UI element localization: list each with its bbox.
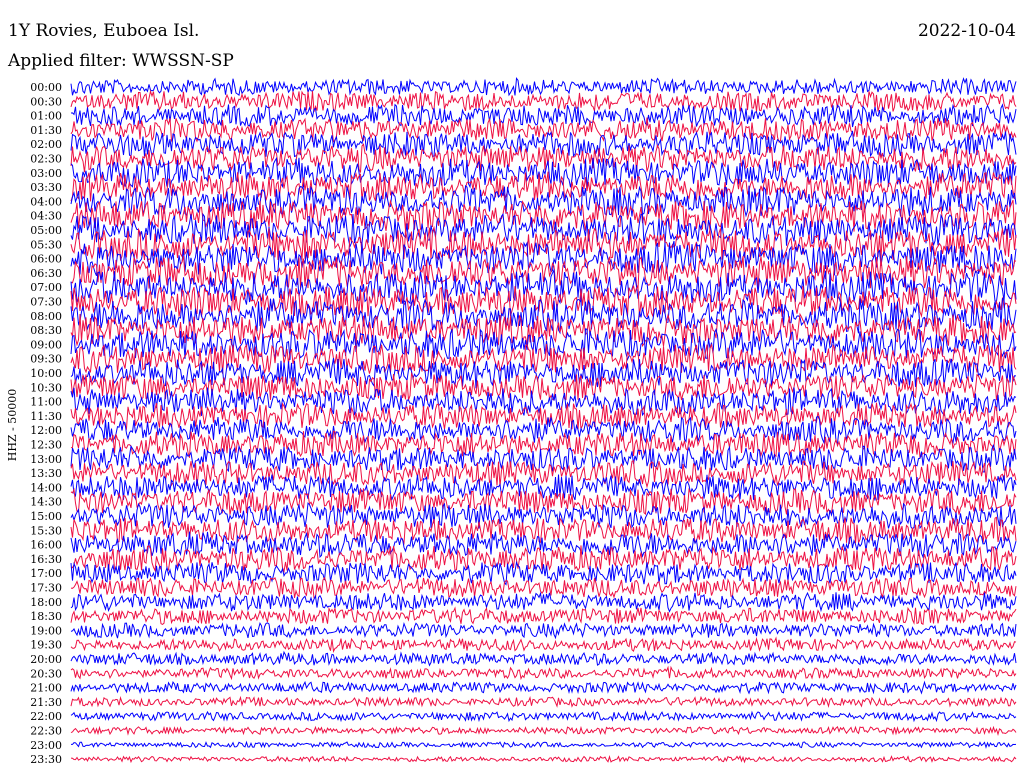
trace-line — [70, 606, 1017, 625]
row-label: 10:30 — [30, 381, 62, 394]
trace-line — [70, 636, 1017, 653]
row-label: 07:30 — [30, 296, 62, 309]
trace-group — [70, 76, 1017, 764]
helicorder-chart: 00:0000:30 01:0001:3002:00 02:3003:0003:30… — [6, 21, 1017, 766]
y-axis-label: HHZ - 50000 — [6, 389, 19, 462]
row-label: 03:30 — [30, 181, 62, 194]
row-label: 04:00 — [30, 195, 62, 208]
row-label: 05:30 — [30, 238, 62, 251]
row-label: 06:30 — [30, 267, 62, 280]
trace-line — [70, 415, 1017, 445]
helicorder-page: 00:00 00:30 01:00 01:30 02:00 02:30 03:00 03:30… — [0, 0, 1024, 780]
trace-line — [70, 755, 1017, 764]
filter-subtitle: Applied filter: WWSSN-SP — [7, 51, 234, 71]
row-label: 12:00 — [30, 424, 62, 437]
trace-line — [70, 725, 1017, 736]
row-label: 09:30 — [30, 353, 62, 366]
row-label: 17:30 — [30, 582, 62, 595]
row-label: 00:00 — [30, 81, 62, 94]
trace-line — [70, 695, 1017, 708]
trace-line — [70, 76, 1017, 97]
row-label: 16:30 — [30, 553, 62, 566]
row-label: 15:30 — [30, 524, 62, 537]
row-label: 17:00 — [30, 567, 62, 580]
trace-line — [70, 710, 1017, 723]
row-label: 14:30 — [30, 496, 62, 509]
trace-line — [70, 591, 1017, 613]
row-label: 22:00 — [30, 710, 62, 723]
trace-line — [70, 143, 1017, 173]
trace-line — [70, 665, 1017, 681]
row-label: 14:00 — [30, 481, 62, 494]
row-label: 18:00 — [30, 596, 62, 609]
row-label: 20:00 — [30, 653, 62, 666]
trace-line — [70, 487, 1017, 516]
row-label: 08:30 — [30, 324, 62, 337]
row-label: 22:30 — [30, 725, 62, 738]
row-label: 12:30 — [30, 439, 62, 452]
trace-line — [70, 171, 1017, 202]
trace-line — [70, 622, 1017, 640]
trace-line — [70, 516, 1017, 546]
row-label: 10:00 — [30, 367, 62, 380]
row-label: 13:30 — [30, 467, 62, 480]
row-label-group: 00:0000:30 01:0001:3002:00 02:3003:0003:30… — [30, 81, 62, 766]
row-label: 03:00 — [30, 167, 62, 180]
trace-line — [70, 358, 1017, 389]
row-label: 01:30 — [30, 124, 62, 137]
row-label: 00:30 — [30, 95, 62, 108]
row-label: 19:30 — [30, 639, 62, 652]
row-label: 16:00 — [30, 539, 62, 552]
row-label: 07:00 — [30, 281, 62, 294]
row-label: 09:00 — [30, 338, 62, 351]
row-label: 01:00 — [30, 110, 62, 123]
row-label: 21:30 — [30, 696, 62, 709]
row-label: 13:00 — [30, 453, 62, 466]
row-label: 19:00 — [30, 624, 62, 637]
row-label: 11:00 — [30, 396, 62, 409]
row-label: 02:30 — [30, 153, 62, 166]
date-label: 2022-10-04 — [918, 21, 1016, 41]
row-label: 08:00 — [30, 310, 62, 323]
trace-line — [70, 680, 1017, 695]
row-label: 18:30 — [30, 610, 62, 623]
trace-line — [71, 740, 1017, 749]
trace-line — [70, 650, 1017, 667]
row-label: 21:00 — [30, 682, 62, 695]
trace-line — [70, 156, 1017, 189]
station-title: 1Y Rovies, Euboea Isl. — [8, 21, 199, 41]
row-label: 23:00 — [30, 739, 62, 752]
row-label: 05:00 — [30, 224, 62, 237]
row-label: 15:00 — [30, 510, 62, 523]
row-label: 04:30 — [30, 210, 62, 223]
row-label: 02:00 — [30, 138, 62, 151]
row-label: 20:30 — [30, 667, 62, 680]
row-label: 23:30 — [30, 753, 62, 766]
row-label: 06:00 — [30, 253, 62, 266]
row-label: 11:30 — [30, 410, 62, 423]
